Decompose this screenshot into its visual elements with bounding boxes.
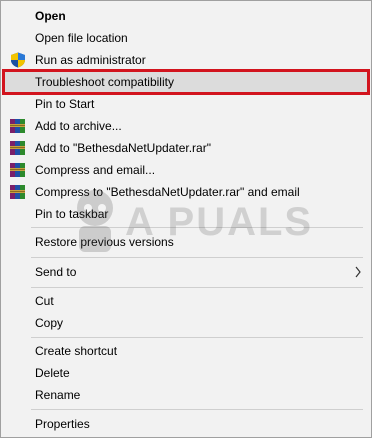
menu-item-delete-label: Delete (35, 366, 70, 380)
menu-item-send-to[interactable]: Send to (3, 261, 369, 283)
winrar-books-icon (9, 184, 27, 200)
winrar-books-icon (9, 162, 27, 178)
winrar-books-icon (9, 118, 27, 134)
menu-item-add-to-rar-label: Add to "BethesdaNetUpdater.rar" (35, 141, 211, 155)
menu-item-rename-label: Rename (35, 388, 81, 402)
menu-item-open-file-location[interactable]: Open file location (3, 27, 369, 49)
menu-item-rename[interactable]: Rename (3, 384, 369, 406)
menu-item-copy[interactable]: Copy (3, 312, 369, 334)
menu-item-open-file-location-label: Open file location (35, 31, 128, 45)
menu-item-troubleshoot-compatibility[interactable]: Troubleshoot compatibility (2, 69, 370, 95)
menu-separator (31, 257, 363, 258)
menu-item-add-to-rar[interactable]: Add to "BethesdaNetUpdater.rar" (3, 137, 369, 159)
menu-item-pin-to-start-label: Pin to Start (35, 97, 95, 111)
menu-item-pin-to-taskbar[interactable]: Pin to taskbar (3, 203, 369, 225)
menu-item-copy-label: Copy (35, 316, 64, 330)
context-menu: Open Open file location Run as administr… (0, 0, 372, 438)
menu-separator (31, 337, 363, 338)
menu-item-properties-label: Properties (35, 417, 90, 431)
uac-shield-icon (9, 52, 27, 68)
menu-item-compress-and-email[interactable]: Compress and email... (3, 159, 369, 181)
menu-item-compress-and-email-label: Compress and email... (35, 163, 156, 177)
menu-item-compress-rar-and-email-label: Compress to "BethesdaNetUpdater.rar" and… (35, 185, 300, 199)
menu-item-troubleshoot-compatibility-label: Troubleshoot compatibility (35, 75, 174, 89)
menu-item-restore-previous-versions[interactable]: Restore previous versions (3, 231, 369, 253)
menu-separator (31, 287, 363, 288)
menu-item-create-shortcut[interactable]: Create shortcut (3, 340, 369, 362)
menu-item-run-as-administrator[interactable]: Run as administrator (3, 49, 369, 71)
menu-item-delete[interactable]: Delete (3, 362, 369, 384)
menu-item-send-to-label: Send to (35, 265, 77, 279)
menu-separator (31, 409, 363, 410)
menu-item-properties[interactable]: Properties (3, 413, 369, 435)
menu-item-open-label: Open (35, 9, 66, 23)
menu-item-restore-previous-versions-label: Restore previous versions (35, 235, 174, 249)
menu-separator (31, 227, 363, 228)
chevron-right-icon (353, 261, 363, 283)
menu-item-run-as-administrator-label: Run as administrator (35, 53, 146, 67)
winrar-books-icon (9, 140, 27, 156)
menu-item-cut[interactable]: Cut (3, 290, 369, 312)
menu-item-pin-to-taskbar-label: Pin to taskbar (35, 207, 109, 221)
menu-item-pin-to-start[interactable]: Pin to Start (3, 93, 369, 115)
menu-item-add-to-archive-label: Add to archive... (35, 119, 122, 133)
menu-item-create-shortcut-label: Create shortcut (35, 344, 118, 358)
menu-item-cut-label: Cut (35, 294, 54, 308)
menu-item-compress-rar-and-email[interactable]: Compress to "BethesdaNetUpdater.rar" and… (3, 181, 369, 203)
menu-item-open[interactable]: Open (3, 5, 369, 27)
menu-item-add-to-archive[interactable]: Add to archive... (3, 115, 369, 137)
